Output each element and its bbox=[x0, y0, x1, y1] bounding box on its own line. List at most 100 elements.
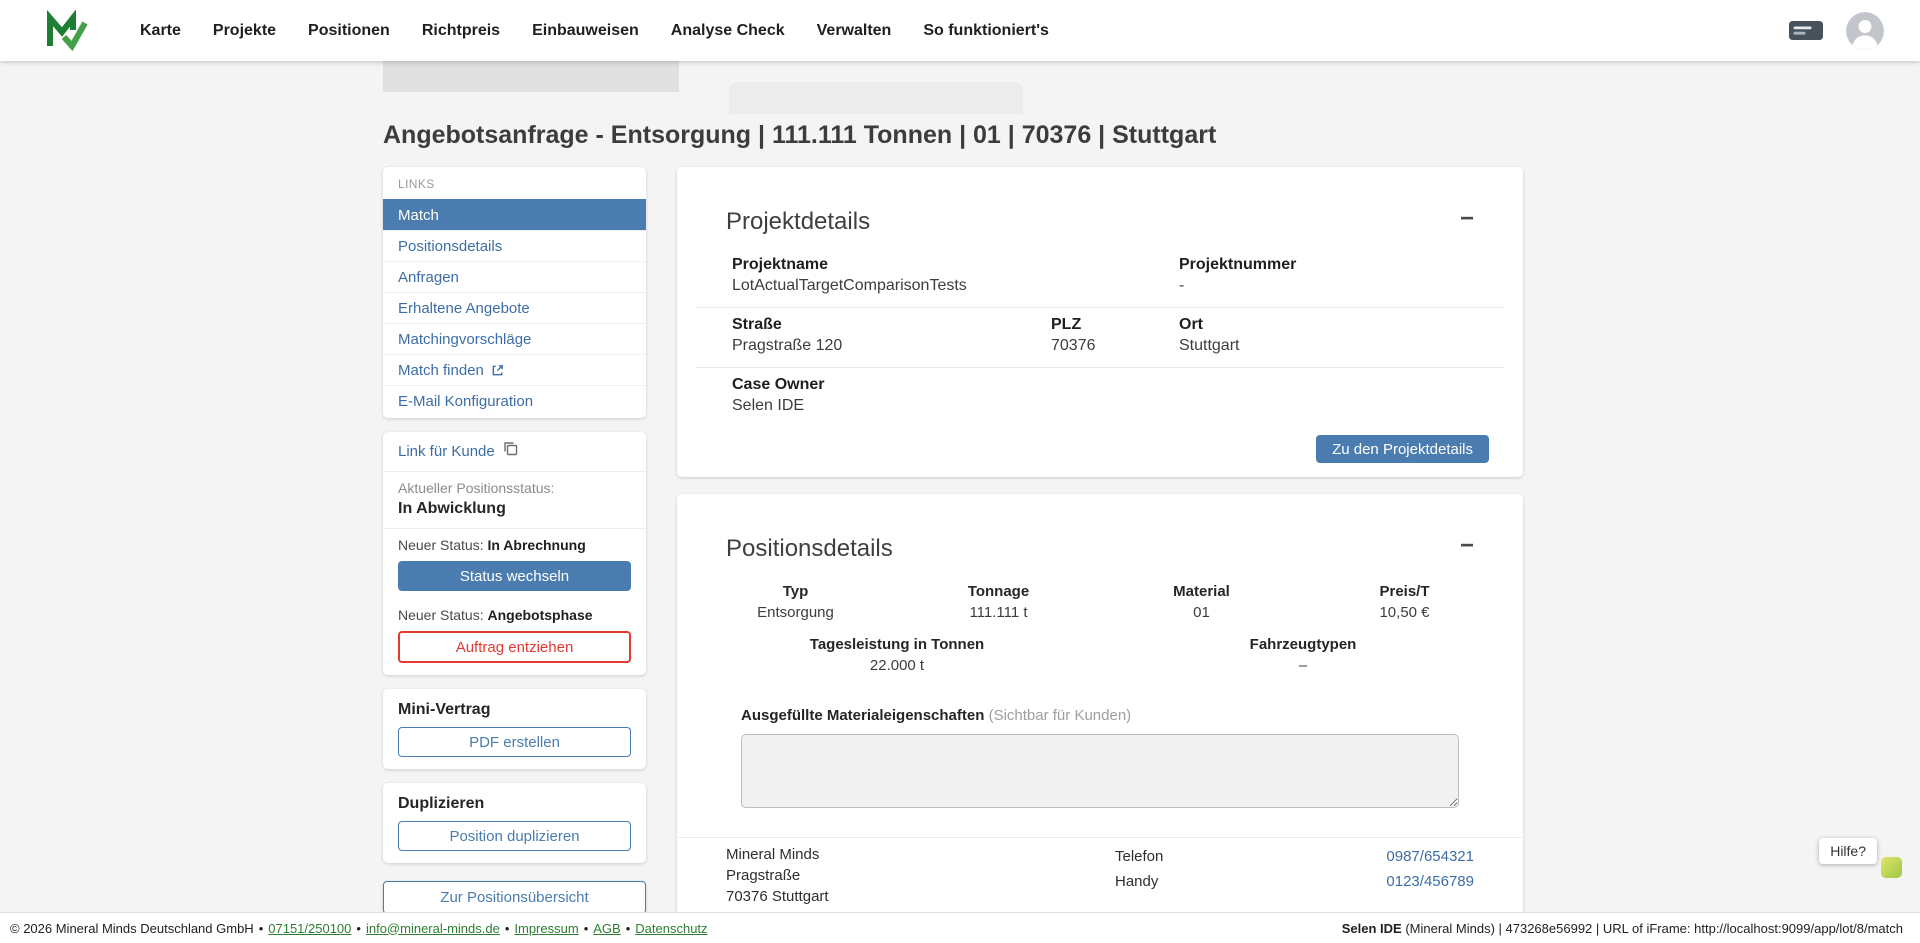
company-city: 70376 Stuttgart bbox=[726, 886, 829, 907]
footer-agb-link[interactable]: AGB bbox=[593, 921, 620, 936]
sidebar-item-match[interactable]: Match bbox=[383, 199, 646, 230]
footer-phone-link[interactable]: 07151/250100 bbox=[268, 921, 351, 936]
sidebar-item-match-finden[interactable]: Match finden bbox=[383, 354, 646, 385]
field-label: PLZ bbox=[1051, 316, 1179, 334]
collapse-icon[interactable]: − bbox=[1460, 207, 1474, 231]
nav-item-karte[interactable]: Karte bbox=[140, 22, 181, 40]
nav-item-analyse-check[interactable]: Analyse Check bbox=[671, 22, 785, 40]
sidebar-item-label: Erhaltene Angebote bbox=[398, 300, 530, 317]
nav-item-richtpreis[interactable]: Richtpreis bbox=[422, 22, 500, 40]
app-root: Karte Projekte Positionen Richtpreis Ein… bbox=[0, 0, 1920, 943]
user-avatar[interactable] bbox=[1846, 12, 1884, 50]
field-value: Stuttgart bbox=[1179, 337, 1468, 355]
brand-logo-icon bbox=[43, 10, 89, 52]
skeleton-block bbox=[729, 82, 1023, 114]
field-value: LotActualTargetComparisonTests bbox=[732, 277, 1179, 295]
field-tagesleistung: Tagesleistung in Tonnen 22.000 t bbox=[694, 636, 1100, 675]
sidebar-item-positionsdetails[interactable]: Positionsdetails bbox=[383, 230, 646, 261]
sidebar-item-erhaltene-angebote[interactable]: Erhaltene Angebote bbox=[383, 292, 646, 323]
position-overview-button[interactable]: Zur Positionsübersicht bbox=[383, 881, 646, 914]
withdraw-order-button[interactable]: Auftrag entziehen bbox=[398, 631, 631, 663]
session-details: (Mineral Minds) | 473268e56992 | URL of … bbox=[1405, 921, 1903, 936]
page-title: Angebotsanfrage - Entsorgung | 111.111 T… bbox=[383, 120, 1523, 150]
footer-session-info: Selen IDE (Mineral Minds) | 473268e56992… bbox=[1342, 921, 1903, 936]
field-material: Material 01 bbox=[1100, 583, 1303, 622]
help-launcher-icon[interactable] bbox=[1881, 857, 1902, 878]
field-value: Selen IDE bbox=[732, 397, 1468, 415]
sidebar-item-label: Matchingvorschläge bbox=[398, 331, 531, 348]
footer-email-link[interactable]: info@mineral-minds.de bbox=[366, 921, 500, 936]
mini-contract-heading: Mini-Vertrag bbox=[398, 700, 631, 719]
field-label: Typ bbox=[694, 583, 897, 601]
skeleton-block bbox=[383, 61, 679, 92]
handy-link[interactable]: 0123/456789 bbox=[1386, 873, 1474, 890]
material-properties-label-text: Ausgefüllte Materialeigenschaften bbox=[741, 707, 984, 724]
sidebar-item-matchingvorschlaege[interactable]: Matchingvorschläge bbox=[383, 323, 646, 354]
phone-list: Telefon 0987/654321 Handy 0123/456789 bbox=[1115, 844, 1474, 907]
duplicate-card: Duplizieren Position duplizieren bbox=[383, 783, 646, 863]
field-case-owner: Case Owner Selen IDE bbox=[732, 376, 1468, 415]
company-address: Mineral Minds Pragstraße 70376 Stuttgart bbox=[726, 844, 829, 907]
field-value: 01 bbox=[1100, 604, 1303, 622]
current-status-value: In Abwicklung bbox=[398, 499, 631, 518]
current-status-label: Aktueller Positionsstatus: bbox=[398, 480, 631, 496]
new-status-prefix: Neuer Status: bbox=[398, 607, 484, 623]
help-button[interactable]: Hilfe? bbox=[1819, 838, 1877, 864]
main-nav: Karte Projekte Positionen Richtpreis Ein… bbox=[140, 22, 1049, 40]
footer-left: © 2026 Mineral Minds Deutschland GmbH • … bbox=[10, 921, 708, 936]
nav-item-so-funktionierts[interactable]: So funktioniert's bbox=[923, 22, 1049, 40]
field-label: Tagesleistung in Tonnen bbox=[694, 636, 1100, 654]
field-projektname: Projektname LotActualTargetComparisonTes… bbox=[732, 256, 1179, 295]
field-value: 10,50 € bbox=[1303, 604, 1506, 622]
nav-item-projekte[interactable]: Projekte bbox=[213, 22, 276, 40]
position-details-card: Positionsdetails − Typ Entsorgung Tonnag… bbox=[677, 494, 1523, 927]
handy-label: Handy bbox=[1115, 873, 1158, 890]
project-details-title: Projektdetails bbox=[726, 207, 870, 236]
customer-link[interactable]: Link für Kunde bbox=[383, 432, 646, 472]
person-icon bbox=[1846, 12, 1884, 50]
material-properties-label: Ausgefüllte Materialeigenschaften (Sicht… bbox=[741, 707, 1459, 724]
duplicate-heading: Duplizieren bbox=[398, 794, 631, 813]
status-card: Link für Kunde Aktueller Positionsstatus… bbox=[383, 432, 646, 675]
customer-link-label: Link für Kunde bbox=[398, 441, 495, 462]
footer: © 2026 Mineral Minds Deutschland GmbH • … bbox=[0, 912, 1920, 943]
material-properties-textarea[interactable] bbox=[741, 734, 1459, 808]
new-status-value: In Abrechnung bbox=[488, 537, 586, 553]
nav-item-positionen[interactable]: Positionen bbox=[308, 22, 390, 40]
new-status-value: Angebotsphase bbox=[488, 607, 593, 623]
separator: • bbox=[505, 921, 510, 936]
nav-item-verwalten[interactable]: Verwalten bbox=[817, 22, 892, 40]
brand-logo[interactable] bbox=[43, 10, 89, 52]
field-value: 111.111 t bbox=[897, 604, 1100, 622]
footer-impressum-link[interactable]: Impressum bbox=[514, 921, 578, 936]
telefon-link[interactable]: 0987/654321 bbox=[1386, 848, 1474, 865]
separator: • bbox=[584, 921, 589, 936]
collapse-icon[interactable]: − bbox=[1460, 534, 1474, 558]
field-value: Entsorgung bbox=[694, 604, 897, 622]
create-pdf-button[interactable]: PDF erstellen bbox=[398, 727, 631, 757]
field-value: Pragstraße 120 bbox=[732, 337, 1051, 355]
top-navbar: Karte Projekte Positionen Richtpreis Ein… bbox=[0, 0, 1920, 61]
sidebar-item-label: Anfragen bbox=[398, 269, 459, 286]
footer-datenschutz-link[interactable]: Datenschutz bbox=[635, 921, 707, 936]
field-label: Ort bbox=[1179, 316, 1468, 334]
field-tonnage: Tonnage 111.111 t bbox=[897, 583, 1100, 622]
server-icon[interactable] bbox=[1788, 18, 1824, 43]
field-label: Fahrzeugtypen bbox=[1100, 636, 1506, 654]
change-status-button[interactable]: Status wechseln bbox=[398, 561, 631, 591]
duplicate-position-button[interactable]: Position duplizieren bbox=[398, 821, 631, 851]
page-container: Angebotsanfrage - Entsorgung | 111.111 T… bbox=[383, 120, 1523, 927]
sidebar-item-label: E-Mail Konfiguration bbox=[398, 393, 533, 410]
field-label: Straße bbox=[732, 316, 1051, 334]
project-details-button[interactable]: Zu den Projektdetails bbox=[1316, 435, 1489, 463]
nav-item-einbauweisen[interactable]: Einbauweisen bbox=[532, 22, 639, 40]
sidebar-item-email-konfiguration[interactable]: E-Mail Konfiguration bbox=[383, 385, 646, 416]
new-status-line: Neuer Status: In Abrechnung bbox=[398, 537, 631, 554]
field-value: 70376 bbox=[1051, 337, 1179, 355]
field-label: Tonnage bbox=[897, 583, 1100, 601]
field-label: Projektnummer bbox=[1179, 256, 1468, 274]
sidebar-item-anfragen[interactable]: Anfragen bbox=[383, 261, 646, 292]
handy-row: Handy 0123/456789 bbox=[1115, 869, 1474, 894]
field-ort: Ort Stuttgart bbox=[1179, 316, 1468, 355]
company-street: Pragstraße bbox=[726, 865, 829, 886]
